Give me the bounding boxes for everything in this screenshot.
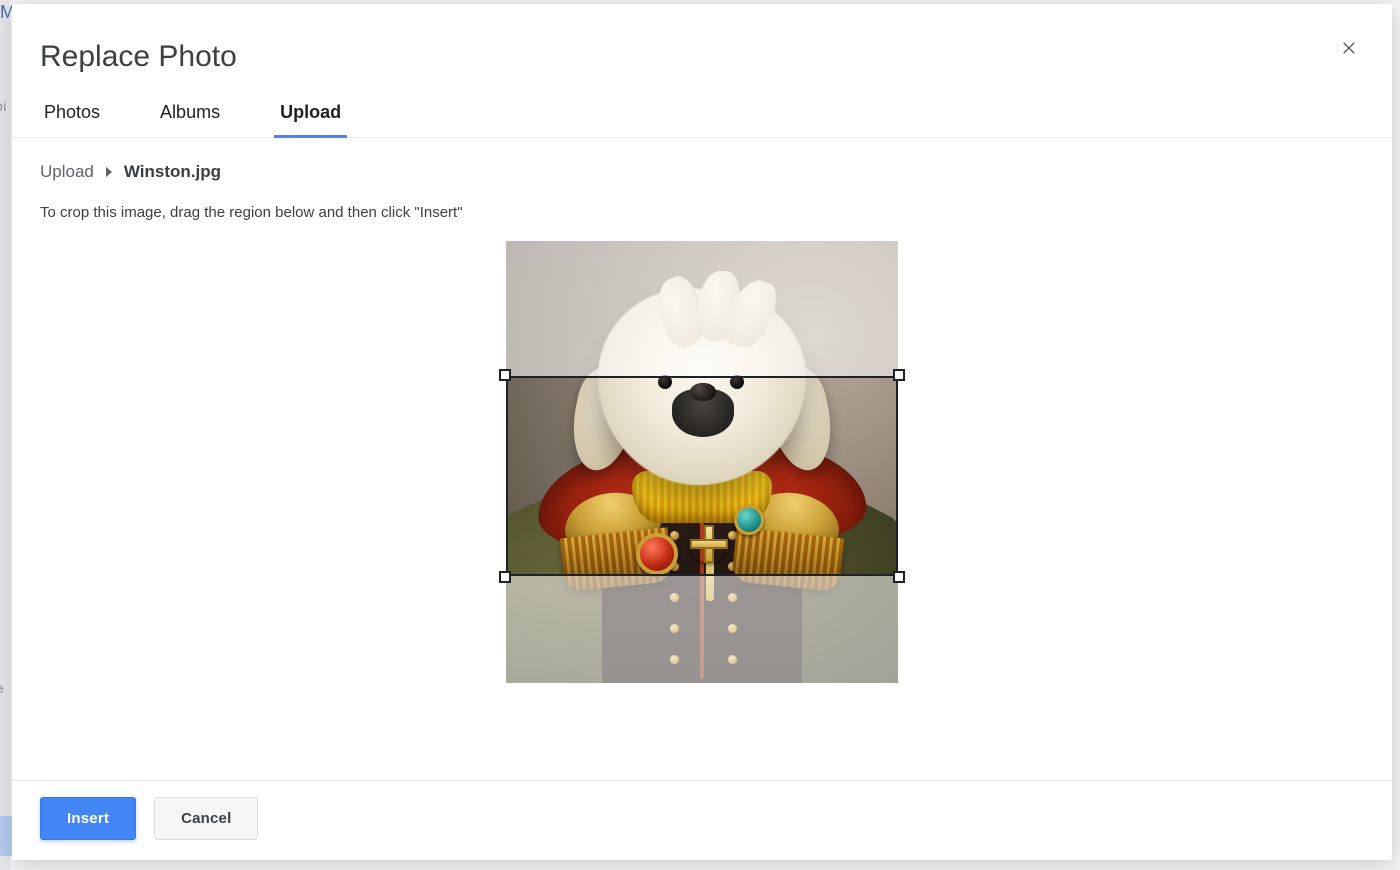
breadcrumb-root[interactable]: Upload (40, 162, 94, 182)
crop-stage (40, 241, 1364, 683)
cancel-button[interactable]: Cancel (154, 797, 258, 840)
crop-selection[interactable] (506, 376, 898, 576)
chevron-right-icon (104, 162, 114, 182)
image-preview[interactable] (506, 241, 898, 683)
crop-instruction: To crop this image, drag the region belo… (40, 204, 1364, 221)
tab-upload[interactable]: Upload (276, 96, 345, 137)
dialog-content: Upload Winston.jpg To crop this image, d… (12, 138, 1392, 780)
close-icon (1341, 39, 1359, 62)
tab-photos[interactable]: Photos (40, 96, 104, 137)
tab-albums[interactable]: Albums (156, 96, 224, 137)
dialog-header: Replace Photo (12, 4, 1392, 96)
dialog-footer: Insert Cancel (12, 780, 1392, 860)
breadcrumb-file: Winston.jpg (124, 162, 221, 182)
crop-handle-bottom-right[interactable] (893, 571, 905, 583)
crop-handle-bottom-left[interactable] (499, 571, 511, 583)
crop-handle-top-right[interactable] (893, 369, 905, 381)
insert-button[interactable]: Insert (40, 797, 136, 840)
dialog-title: Replace Photo (40, 40, 1364, 74)
close-button[interactable] (1336, 36, 1364, 64)
bg-stray-text-2: e (0, 680, 4, 696)
bg-stray-text-1: pi (0, 98, 7, 114)
replace-photo-dialog: Replace Photo Photos Albums Upload Uploa… (12, 4, 1392, 860)
crop-border (506, 376, 898, 576)
breadcrumb: Upload Winston.jpg (40, 162, 1364, 182)
tab-bar: Photos Albums Upload (12, 96, 1392, 138)
crop-handle-top-left[interactable] (499, 369, 511, 381)
